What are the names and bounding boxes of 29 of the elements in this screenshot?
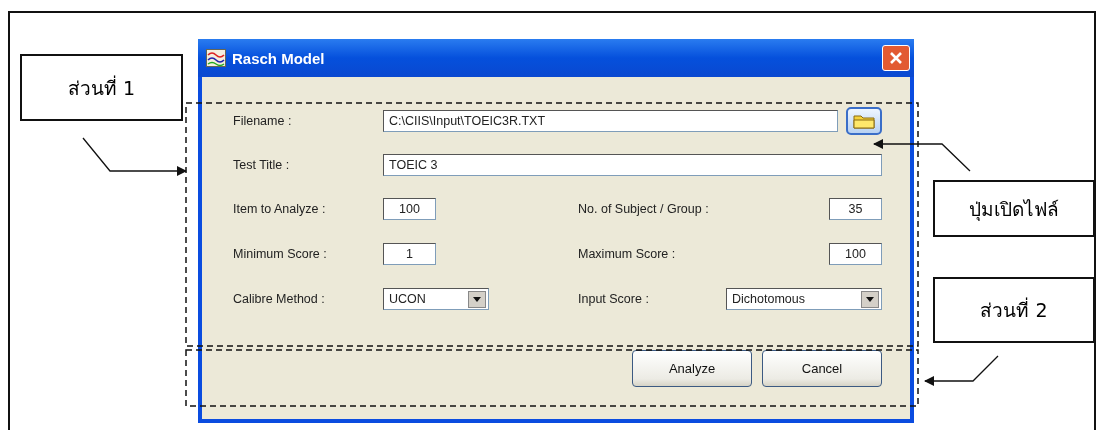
field-label: Input Score :	[578, 292, 649, 306]
caret-icon	[866, 296, 874, 302]
folder-icon	[853, 113, 875, 129]
input-field[interactable]: TOEIC 3	[383, 154, 882, 176]
number-field[interactable]: 1	[383, 243, 436, 265]
number-field[interactable]: 100	[383, 198, 436, 220]
callout-label: ส่วนที่ 2	[933, 277, 1095, 343]
browse-button[interactable]	[846, 107, 882, 135]
field-label: Test Title :	[233, 158, 291, 172]
caret-icon	[473, 296, 481, 302]
field-label: Filename :	[233, 114, 293, 128]
close-icon	[889, 51, 903, 65]
dropdown[interactable]: Dichotomous	[726, 288, 882, 310]
window-title: Rasch Model	[232, 49, 326, 67]
input-field[interactable]: C:\CIIS\Input\TOEIC3R.TXT	[383, 110, 838, 132]
wave-chart-icon	[206, 49, 226, 67]
field-label: Minimum Score :	[233, 247, 328, 261]
callout-label: ปุ่มเปิดไฟล์	[933, 180, 1095, 237]
number-field[interactable]: 100	[829, 243, 882, 265]
close-button[interactable]	[882, 45, 910, 71]
field-label: Item to Analyze :	[233, 202, 327, 216]
dialog-button[interactable]: Analyze	[632, 350, 752, 387]
number-field[interactable]: 35	[829, 198, 882, 220]
dialog-button[interactable]: Cancel	[762, 350, 882, 387]
field-label: No. of Subject / Group :	[578, 202, 709, 216]
field-label: Calibre Method :	[233, 292, 326, 306]
field-label: Maximum Score :	[578, 247, 676, 261]
callout-label: ส่วนที่ 1	[20, 54, 183, 121]
dropdown[interactable]: UCON	[383, 288, 489, 310]
